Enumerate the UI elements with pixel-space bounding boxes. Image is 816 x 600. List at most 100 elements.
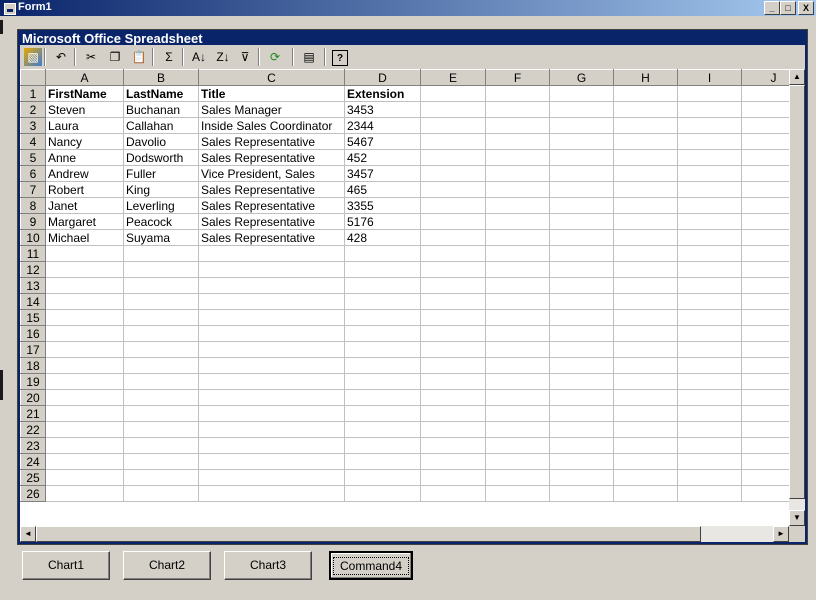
cell-d9[interactable]: 5176 <box>344 213 421 230</box>
cell-i5[interactable] <box>677 149 742 166</box>
row-header[interactable]: 2 <box>20 101 46 118</box>
cell-a19[interactable] <box>45 373 124 390</box>
cell-i21[interactable] <box>677 405 742 422</box>
cell-b2[interactable]: Buchanan <box>123 101 199 118</box>
cell-d8[interactable]: 3355 <box>344 197 421 214</box>
cell-c25[interactable] <box>198 469 345 486</box>
cell-h16[interactable] <box>613 325 678 342</box>
cell-c9[interactable]: Sales Representative <box>198 213 345 230</box>
maximize-button[interactable]: □ <box>780 1 796 15</box>
cell-a20[interactable] <box>45 389 124 406</box>
cell-d13[interactable] <box>344 277 421 294</box>
cell-d7[interactable]: 465 <box>344 181 421 198</box>
cell-b15[interactable] <box>123 309 199 326</box>
cell-f9[interactable] <box>485 213 550 230</box>
cell-f16[interactable] <box>485 325 550 342</box>
cell-g11[interactable] <box>549 245 614 262</box>
cell-b18[interactable] <box>123 357 199 374</box>
help-icon[interactable]: ? <box>332 50 348 66</box>
cell-i12[interactable] <box>677 261 742 278</box>
cell-c20[interactable] <box>198 389 345 406</box>
cell-d16[interactable] <box>344 325 421 342</box>
cell-h3[interactable] <box>613 117 678 134</box>
cell-h6[interactable] <box>613 165 678 182</box>
cell-f3[interactable] <box>485 117 550 134</box>
cell-f15[interactable] <box>485 309 550 326</box>
cell-a5[interactable]: Anne <box>45 149 124 166</box>
cell-f25[interactable] <box>485 469 550 486</box>
cell-b25[interactable] <box>123 469 199 486</box>
cell-f7[interactable] <box>485 181 550 198</box>
cell-i14[interactable] <box>677 293 742 310</box>
cell-h7[interactable] <box>613 181 678 198</box>
sort-ascending-icon[interactable]: A↓ <box>190 48 208 66</box>
cell-e5[interactable] <box>420 149 486 166</box>
cell-e17[interactable] <box>420 341 486 358</box>
cell-a6[interactable]: Andrew <box>45 165 124 182</box>
cell-g12[interactable] <box>549 261 614 278</box>
row-header[interactable]: 16 <box>20 325 46 342</box>
cell-e24[interactable] <box>420 453 486 470</box>
cell-i25[interactable] <box>677 469 742 486</box>
row-header[interactable]: 11 <box>20 245 46 262</box>
sort-descending-icon[interactable]: Z↓ <box>214 48 232 66</box>
row-header[interactable]: 19 <box>20 373 46 390</box>
cell-a13[interactable] <box>45 277 124 294</box>
cell-b4[interactable]: Davolio <box>123 133 199 150</box>
cell-i2[interactable] <box>677 101 742 118</box>
cell-e12[interactable] <box>420 261 486 278</box>
cell-h22[interactable] <box>613 421 678 438</box>
copy-icon[interactable]: ❐ <box>106 48 124 66</box>
cell-a18[interactable] <box>45 357 124 374</box>
cell-g1[interactable] <box>549 85 614 102</box>
cell-a1[interactable]: FirstName <box>45 85 124 102</box>
cell-b24[interactable] <box>123 453 199 470</box>
cell-c10[interactable]: Sales Representative <box>198 229 345 246</box>
cell-f5[interactable] <box>485 149 550 166</box>
chart1-button[interactable]: Chart1 <box>22 551 110 580</box>
cell-f17[interactable] <box>485 341 550 358</box>
row-header[interactable]: 8 <box>20 197 46 214</box>
cell-f19[interactable] <box>485 373 550 390</box>
spreadsheet-control[interactable]: Microsoft Office Spreadsheet ▧ ↶ ✂ ❐ 📋 Σ A↓ Z↓ ⊽… <box>17 29 808 545</box>
cell-e22[interactable] <box>420 421 486 438</box>
cell-a22[interactable] <box>45 421 124 438</box>
cell-e18[interactable] <box>420 357 486 374</box>
cell-h10[interactable] <box>613 229 678 246</box>
scroll-right-button[interactable]: ► <box>773 526 789 542</box>
cell-b10[interactable]: Suyama <box>123 229 199 246</box>
row-header[interactable]: 12 <box>20 261 46 278</box>
row-header[interactable]: 3 <box>20 117 46 134</box>
row-header[interactable]: 25 <box>20 469 46 486</box>
row-header[interactable]: 26 <box>20 485 46 502</box>
cell-c13[interactable] <box>198 277 345 294</box>
cell-f11[interactable] <box>485 245 550 262</box>
row-header[interactable]: 13 <box>20 277 46 294</box>
cell-e13[interactable] <box>420 277 486 294</box>
cell-f21[interactable] <box>485 405 550 422</box>
cell-h5[interactable] <box>613 149 678 166</box>
cell-f13[interactable] <box>485 277 550 294</box>
cell-g24[interactable] <box>549 453 614 470</box>
cell-h25[interactable] <box>613 469 678 486</box>
cell-e15[interactable] <box>420 309 486 326</box>
cut-icon[interactable]: ✂ <box>82 48 100 66</box>
cell-b19[interactable] <box>123 373 199 390</box>
cell-a11[interactable] <box>45 245 124 262</box>
column-header-d[interactable]: D <box>344 69 421 86</box>
autosum-icon[interactable]: Σ <box>160 48 178 66</box>
cell-d10[interactable]: 428 <box>344 229 421 246</box>
cell-d18[interactable] <box>344 357 421 374</box>
cell-c22[interactable] <box>198 421 345 438</box>
cell-i9[interactable] <box>677 213 742 230</box>
scroll-down-button[interactable]: ▼ <box>789 510 805 526</box>
chart2-button[interactable]: Chart2 <box>123 551 211 580</box>
cell-h17[interactable] <box>613 341 678 358</box>
cell-e21[interactable] <box>420 405 486 422</box>
cell-c6[interactable]: Vice President, Sales <box>198 165 345 182</box>
cell-e9[interactable] <box>420 213 486 230</box>
cell-b11[interactable] <box>123 245 199 262</box>
row-header[interactable]: 22 <box>20 421 46 438</box>
column-header-a[interactable]: A <box>45 69 124 86</box>
cell-i6[interactable] <box>677 165 742 182</box>
